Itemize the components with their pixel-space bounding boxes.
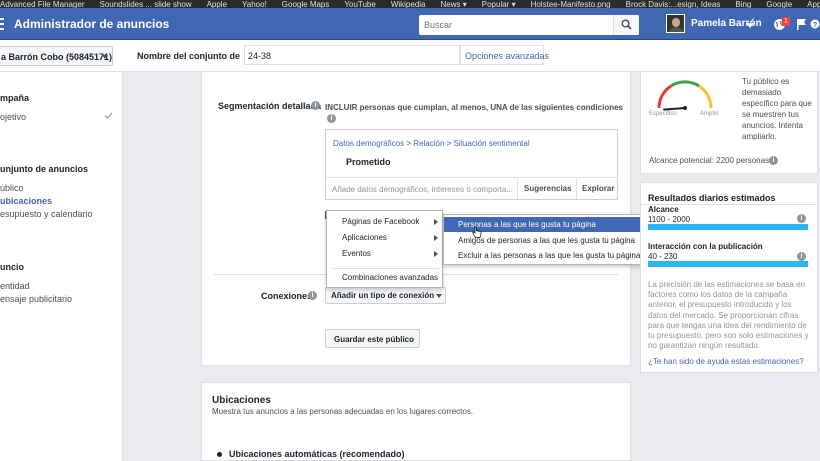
menu-item-advanced-combinations[interactable]: Combinaciones avanzadas	[342, 273, 438, 282]
connections-label: Conexiones	[261, 291, 313, 301]
browse-menu: Páginas de Facebook Aplicaciones Eventos…	[326, 210, 443, 288]
menu-item-friends-of-fans[interactable]: Amigos de personas a las que les gusta t…	[458, 236, 635, 245]
auto-placements-label[interactable]: Ubicaciones automáticas (recomendado)	[229, 449, 405, 459]
flag-icon[interactable]	[796, 18, 807, 31]
results-title: Resultados diarios estimados	[648, 193, 776, 203]
estimated-results-card: Resultados diarios estimados Alcance 110…	[640, 182, 818, 373]
chevron-down-icon	[436, 294, 442, 298]
menu-item-facebook-pages[interactable]: Páginas de Facebook	[342, 217, 419, 226]
adset-name-label: Nombre del conjunto de anuncios	[137, 51, 243, 61]
app-title[interactable]: Administrador de anuncios	[14, 17, 169, 31]
placements-card: Ubicaciones Muestra tus anuncios a las p…	[201, 382, 631, 461]
info-icon[interactable]: i	[797, 214, 806, 223]
info-icon[interactable]: i	[769, 156, 778, 165]
sidebar-item-ad-copy[interactable]: ensaje publicitario	[0, 294, 72, 304]
audience-gauge	[657, 80, 713, 111]
chevron-down-icon[interactable]	[746, 23, 754, 28]
sidebar-item-identity[interactable]: entidad	[0, 281, 30, 291]
breadcrumb-separator: >	[446, 139, 452, 148]
add-connection-type-button[interactable]: Añadir un tipo de conexión	[325, 287, 446, 304]
sidebar-item-budget[interactable]: esupuesto y calendario	[0, 209, 93, 219]
placements-title: Ubicaciones	[212, 395, 271, 406]
add-connection-label: Añadir un tipo de conexión	[331, 291, 435, 300]
hand-cursor-icon	[472, 226, 482, 238]
bookmarks-bar: Advanced File Manager Soundslides ... sli…	[0, 0, 820, 8]
search-input[interactable]	[419, 15, 609, 35]
avatar[interactable]	[666, 14, 685, 33]
audience-definition-card: Específico Amplio Tu público es demasiad…	[640, 72, 818, 174]
sidebar-item-audience[interactable]: úblico	[0, 183, 24, 193]
include-condition-text: INCLUIR personas que cumplan, al menos, …	[325, 103, 623, 112]
info-icon[interactable]: i	[797, 252, 806, 261]
search-box[interactable]	[419, 15, 639, 35]
menu-item-apps[interactable]: Aplicaciones	[342, 233, 387, 242]
account-name: a Barrón Cobo (50845171)	[1, 52, 113, 62]
audience-warning: Tu público es demasiado específico para …	[742, 77, 812, 141]
account-toolbar: a Barrón Cobo (50845171) Nombre del conj…	[0, 40, 820, 72]
menu-item-exclude-fans[interactable]: Excluir a las personas a las que les gus…	[458, 251, 640, 260]
info-icon[interactable]: i	[327, 114, 336, 123]
engagement-label: Interacción con la publicación	[648, 242, 763, 251]
engagement-value: 40 - 230	[648, 252, 678, 261]
reach-label: Alcance	[648, 205, 679, 214]
chevron-right-icon	[434, 235, 438, 241]
sidebar-heading-campaign[interactable]: mpaña	[0, 93, 29, 103]
detailed-targeting-label: Segmentación detallada	[218, 101, 322, 111]
svg-text:?: ?	[813, 22, 817, 29]
adset-name-input[interactable]: 24-38	[244, 45, 460, 65]
top-navigation-bar: Administrador de anuncios Pamela Barrón …	[0, 8, 820, 40]
search-button[interactable]	[613, 15, 639, 35]
menu-separator	[333, 268, 439, 269]
sidebar-heading-adset[interactable]: unjunto de anuncios	[0, 164, 88, 174]
check-icon	[104, 112, 113, 119]
sidebar-item-placements[interactable]: ubicaciones	[0, 196, 52, 206]
breadcrumb-item[interactable]: Situación sentimental	[454, 139, 530, 148]
notification-badge: 1	[782, 17, 790, 26]
sidebar-item-objective[interactable]: ojetivo	[0, 112, 26, 122]
menu-item-events[interactable]: Eventos	[342, 249, 371, 258]
selected-targeting-value: Prometido	[346, 157, 391, 167]
chevron-right-icon	[434, 251, 438, 257]
placements-description: Muestra tus anuncios a las personas adec…	[212, 407, 474, 416]
help-icon[interactable]: ?	[810, 17, 820, 31]
sidebar: mpaña ojetivo unjunto de anuncios úblico…	[0, 72, 123, 461]
breadcrumb-item[interactable]: Relación	[413, 139, 444, 148]
breadcrumb-separator: >	[406, 139, 412, 148]
gauge-specific-label: Específico	[649, 111, 677, 117]
account-selector[interactable]: a Barrón Cobo (50845171)	[0, 46, 113, 66]
auto-placements-radio[interactable]	[217, 452, 222, 457]
targeting-input-row: Añade datos demográficos, intereses o co…	[326, 177, 617, 199]
results-disclaimer: La precisión de las estimaciones se basa…	[648, 280, 809, 351]
engagement-bar	[648, 261, 808, 267]
chevron-right-icon	[434, 219, 438, 225]
sidebar-heading-ad[interactable]: uncio	[0, 262, 24, 272]
targeting-breadcrumb: Datos demográficos > Relación > Situació…	[333, 139, 530, 148]
gauge-broad-label: Amplio	[700, 111, 719, 117]
reach-bar	[648, 224, 808, 230]
breadcrumb-item[interactable]: Datos demográficos	[333, 139, 404, 148]
suggestions-button[interactable]: Sugerencias	[517, 178, 576, 199]
estimates-help-link[interactable]: ¿Te han sido de ayuda estas estimaciones…	[648, 357, 804, 366]
info-icon[interactable]: i	[311, 101, 320, 110]
chevron-down-icon	[102, 55, 108, 59]
search-icon	[621, 19, 632, 30]
targeting-search-input[interactable]: Añade datos demográficos, intereses o co…	[332, 185, 513, 194]
info-icon[interactable]: i	[308, 291, 317, 300]
facebook-pages-submenu: Personas a las que les gusta tu página A…	[443, 214, 645, 265]
menu-icon[interactable]	[0, 18, 4, 30]
targeting-box: Datos demográficos > Relación > Situació…	[325, 129, 618, 200]
explore-button[interactable]: Explorar	[576, 178, 617, 199]
advanced-options-link[interactable]: Opciones avanzadas	[460, 45, 549, 65]
save-audience-button[interactable]: Guardar este público	[325, 329, 420, 348]
potential-reach: Alcance potencial: 2200 personas	[649, 156, 770, 165]
reach-value: 1100 - 2000	[648, 215, 691, 224]
